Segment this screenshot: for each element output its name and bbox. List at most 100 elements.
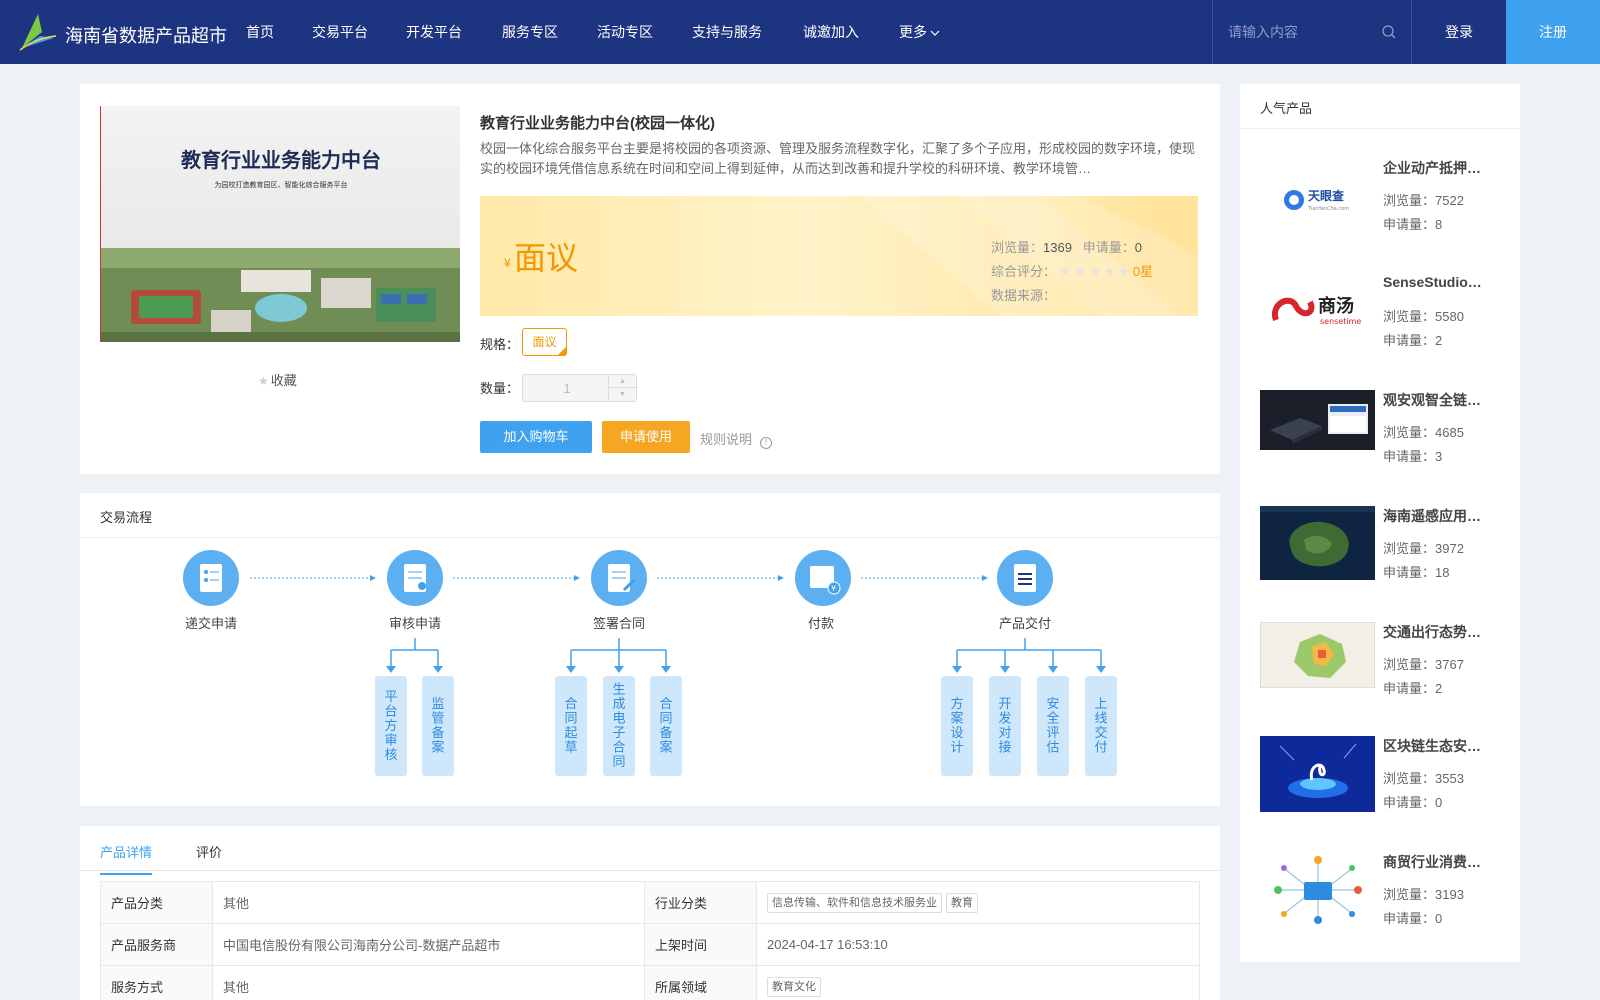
nav-more-label: 更多	[899, 24, 927, 40]
nav-join-us[interactable]: 诚邀加入	[803, 0, 899, 64]
value-provider: 中国电信股份有限公司海南分公司-数据产品超市	[212, 923, 645, 966]
rating-stars: ★★★★★	[1059, 264, 1133, 279]
login-button[interactable]: 登录	[1412, 0, 1506, 64]
rating-value: 0星	[1132, 264, 1154, 279]
tianyancha-logo: 天眼查 TianYanCha.com	[1260, 176, 1375, 226]
nav-more[interactable]: 更多	[899, 0, 959, 64]
step-delivery-icon	[997, 550, 1053, 606]
popular-item[interactable]: 海南遥感应用… 浏览量：3972 申请量：18	[1260, 506, 1500, 606]
views-label: 浏览量：	[991, 240, 1044, 255]
site-title[interactable]: 海南省数据产品超市	[65, 22, 227, 48]
increment-icon[interactable]: ▲	[608, 375, 636, 388]
popular-item[interactable]: 天眼查 TianYanCha.com 企业动产抵押… 浏览量：7522 申请量：…	[1260, 158, 1500, 258]
add-to-cart-button[interactable]: 加入购物车	[480, 421, 592, 453]
star-icon: ★	[258, 374, 269, 388]
popular-item-applications: 申请量：3	[1383, 449, 1443, 464]
step-label-contract: 签署合同	[593, 616, 645, 632]
process-substep: 监管备案	[422, 676, 454, 776]
label-listing-time: 上架时间	[644, 923, 757, 966]
popular-item-views: 浏览量：7522	[1383, 193, 1464, 208]
popular-item-applications: 申请量：0	[1383, 795, 1443, 810]
popular-item-views: 浏览量：3193	[1383, 887, 1464, 902]
satellite-map	[1260, 506, 1375, 580]
nav-dev-platform[interactable]: 开发平台	[406, 0, 502, 64]
popular-item-applications: 申请量：18	[1383, 565, 1450, 580]
rules-link[interactable]: 规则说明!	[700, 429, 773, 449]
step-label-payment: 付款	[808, 617, 834, 632]
nav-support[interactable]: 支持与服务	[692, 0, 803, 64]
top-nav-bar: 海南省数据产品超市 首页 交易平台 开发平台 服务专区 活动专区 支持与服务 诚…	[0, 0, 1600, 64]
label-domain: 所属领域	[644, 965, 757, 1000]
step-label-review: 审核申请	[389, 617, 441, 632]
process-diagram: ¥ 递交申请 审核申请 签署合同 付款 产品交付 平台方审核 监管备案 合同起草 生成…	[183, 550, 1117, 776]
tag: 教育文化	[767, 976, 821, 997]
popular-item-views: 浏览量：4685	[1383, 425, 1464, 440]
decrement-icon[interactable]: ▼	[608, 388, 636, 401]
spec-option-negotiable[interactable]: 面议	[522, 328, 567, 356]
register-button[interactable]: 注册	[1506, 0, 1600, 64]
nav-home[interactable]: 首页	[246, 0, 312, 64]
tag: 信息传输、软件和信息技术服务业	[767, 892, 942, 913]
device-photo	[1260, 390, 1375, 450]
process-substep: 合同起草	[555, 676, 587, 776]
tab-reviews[interactable]: 评价	[196, 842, 222, 873]
site-logo[interactable]	[18, 12, 58, 52]
popular-item[interactable]: 商汤 sensetime SenseStudio… 浏览量：5580 申请量：2	[1260, 274, 1500, 374]
nav-trading-platform[interactable]: 交易平台	[312, 0, 406, 64]
search-box	[1212, 0, 1412, 64]
popular-item-name: 商贸行业消费…	[1383, 854, 1481, 870]
process-substep-label: 合同起草	[564, 697, 577, 756]
label-product-category: 产品分类	[100, 881, 213, 924]
process-title: 交易流程	[100, 510, 153, 525]
currency-symbol: ¥	[504, 256, 511, 270]
search-input[interactable]	[1228, 20, 1368, 44]
popular-item[interactable]: 区块链生态安… 浏览量：3553 申请量：0	[1260, 736, 1500, 836]
process-substep-label: 合同备案	[659, 697, 672, 756]
value-product-category: 其他	[212, 881, 645, 924]
process-substep: 合同备案	[650, 676, 682, 776]
sensetime-logo: 商汤 sensetime	[1260, 274, 1375, 350]
value-domain: 教育文化	[756, 965, 1200, 1000]
product-price: 面议	[514, 240, 579, 276]
value-industry-category: 信息传输、软件和信息技术服务业 教育	[756, 881, 1200, 924]
network-art	[1260, 852, 1375, 928]
applications-count: 0	[1134, 240, 1143, 255]
product-cover-image: 教育行业业务能力中台 为园校打造教育园区、智能化综合服务平台	[100, 106, 460, 342]
svg-text:TianYanCha.com: TianYanCha.com	[1307, 206, 1349, 212]
table-row: 服务方式 其他 所属领域 教育文化	[100, 965, 1200, 1000]
process-substep: 上线交付	[1085, 676, 1117, 776]
nav-activity-zone[interactable]: 活动专区	[597, 0, 692, 64]
popular-item[interactable]: 商贸行业消费… 浏览量：3193 申请量：0	[1260, 852, 1500, 952]
main-nav: 首页 交易平台 开发平台 服务专区 活动专区 支持与服务 诚邀加入 更多	[246, 0, 959, 64]
step-label-delivery: 产品交付	[999, 616, 1051, 632]
step-payment-icon: ¥	[795, 550, 851, 606]
cover-title: 教育行业业务能力中台	[181, 150, 381, 172]
search-icon[interactable]	[1381, 24, 1397, 40]
nav-service-zone[interactable]: 服务专区	[502, 0, 597, 64]
process-substep: 方案设计	[941, 676, 973, 776]
quantity-input[interactable]	[523, 375, 611, 401]
process-substep: 安全评估	[1037, 676, 1069, 776]
popular-products-sidebar: 人气产品 天眼查 TianYanCha.com 企业动产抵押… 浏览量：7522…	[1240, 84, 1520, 962]
apply-use-button[interactable]: 申请使用	[602, 421, 690, 453]
tag: 教育	[946, 892, 978, 913]
process-substep-label: 平台方审核	[384, 690, 397, 763]
popular-item-views: 浏览量：5580	[1383, 309, 1464, 324]
process-substep-label: 开发对接	[998, 697, 1011, 756]
favorite-button[interactable]: ★ 收藏	[258, 370, 297, 389]
transaction-process-card: 交易流程 ¥ 递交申请 审核申请 签署合同 付款 产品交付 平台方审核 监管备案…	[80, 493, 1220, 806]
popular-item[interactable]: 交通出行态势… 浏览量：3767 申请量：2	[1260, 622, 1500, 722]
region-map	[1260, 622, 1375, 688]
svg-text:商汤: 商汤	[1318, 295, 1354, 317]
product-detail-card: 产品详情 评价 产品分类 其他 行业分类 信息传输、软件和信息技术服务业 教育 产…	[80, 826, 1220, 1000]
step-label-submit: 递交申请	[185, 616, 237, 632]
spec-label: 规格：	[480, 337, 520, 352]
process-substep: 开发对接	[989, 676, 1021, 776]
blockchain-art	[1260, 736, 1375, 812]
popular-item[interactable]: 观安观智全链… 浏览量：4685 申请量：3	[1260, 390, 1500, 490]
favorite-label: 收藏	[270, 373, 297, 388]
step-review-icon	[387, 550, 443, 606]
chevron-down-icon	[930, 30, 940, 37]
cover-subtitle: 为园校打造教育园区、智能化综合服务平台	[214, 182, 348, 189]
quantity-stepper: ▲ ▼	[522, 374, 637, 402]
